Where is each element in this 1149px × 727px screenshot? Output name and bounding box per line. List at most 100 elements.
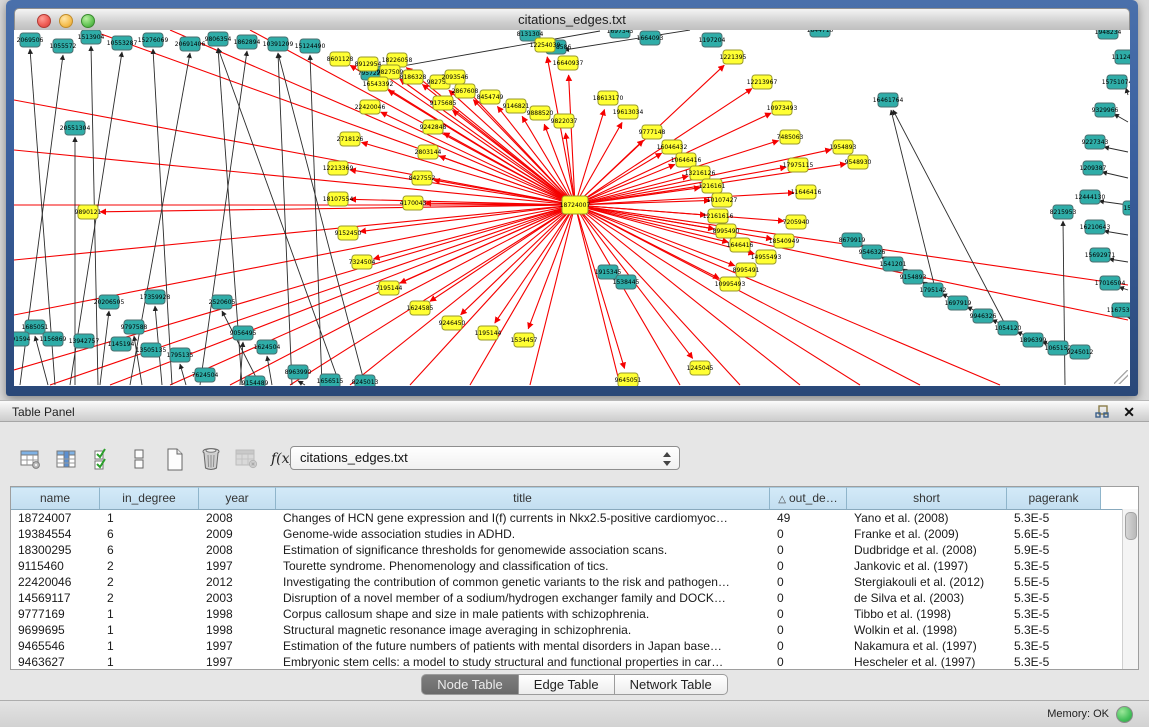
network-node[interactable]: 1197204 <box>699 33 726 47</box>
network-node[interactable]: 1538445 <box>613 275 640 289</box>
network-node[interactable]: 8679919 <box>839 233 866 247</box>
network-node[interactable]: 8963990 <box>285 365 312 379</box>
network-node[interactable]: 16640937 <box>553 56 584 70</box>
table-row[interactable]: 946554611997Estimation of the future num… <box>11 638 1138 654</box>
network-canvas[interactable]: 2069506105557215139041055328715276069206… <box>14 30 1130 386</box>
network-node[interactable]: 9146821 <box>503 99 530 113</box>
network-node[interactable]: 7485063 <box>777 130 804 144</box>
network-node[interactable]: 18613170 <box>593 91 624 105</box>
table-mode-button[interactable] <box>16 446 46 472</box>
network-node[interactable]: 2718126 <box>337 132 364 146</box>
show-columns-button[interactable] <box>52 446 82 472</box>
column-header-title[interactable]: title <box>276 487 770 509</box>
network-node[interactable]: 1624585 <box>407 301 434 315</box>
network-node[interactable]: 1112438 <box>1112 50 1130 64</box>
network-node[interactable]: 1795142 <box>920 283 947 297</box>
network-node[interactable]: 1948234 <box>1095 30 1122 39</box>
network-node[interactable]: 2069506 <box>17 33 44 47</box>
column-header-pagerank[interactable]: pagerank <box>1007 487 1101 509</box>
network-node[interactable]: 10646416 <box>671 153 702 167</box>
network-node[interactable]: 9242848 <box>420 120 447 134</box>
network-node[interactable]: 16210643 <box>1080 220 1111 234</box>
network-node[interactable]: 13216126 <box>685 166 716 180</box>
network-node[interactable]: 9645051 <box>615 373 642 386</box>
network-node[interactable]: 9797588 <box>121 320 148 334</box>
network-node[interactable]: 8995490 <box>713 224 740 238</box>
network-node[interactable]: 2520605 <box>209 295 236 309</box>
network-node[interactable]: 1245045 <box>687 361 714 375</box>
table-row[interactable]: 1872400712008Changes of HCN gene express… <box>11 510 1138 526</box>
network-node[interactable]: 20691406 <box>175 37 206 51</box>
network-graph[interactable]: 2069506105557215139041055328715276069206… <box>14 30 1130 386</box>
network-node[interactable]: 1145194 <box>108 337 135 351</box>
close-panel-icon[interactable]: ✕ <box>1123 403 1135 421</box>
network-node[interactable]: 8454749 <box>477 90 504 104</box>
network-node[interactable]: 1697919 <box>945 296 972 310</box>
table-row[interactable]: 1938455462009Genome-wide association stu… <box>11 526 1138 542</box>
tab-edge-table[interactable]: Edge Table <box>519 674 615 695</box>
column-header-in_degree[interactable]: in_degree <box>100 487 199 509</box>
select-columns-button[interactable] <box>88 446 118 472</box>
network-node[interactable]: 12161616 <box>703 209 734 223</box>
network-node[interactable]: 20206505 <box>94 295 125 309</box>
table-row[interactable]: 969969511998Structural magnetic resonanc… <box>11 622 1138 638</box>
network-node[interactable]: 1646416 <box>727 238 754 252</box>
network-node[interactable]: 1795135 <box>167 348 194 362</box>
network-node[interactable]: 9056495 <box>230 326 257 340</box>
table-row[interactable]: 911546021997Tourette syndrome. Phenomeno… <box>11 558 1138 574</box>
table-row[interactable]: 2242004622012Investigating the contribut… <box>11 574 1138 590</box>
network-node[interactable]: 9152450 <box>335 226 362 240</box>
network-node[interactable]: 8186328 <box>400 70 427 84</box>
network-node[interactable]: 9822037 <box>551 114 578 128</box>
network-node[interactable]: 10995493 <box>715 277 746 291</box>
resize-grip[interactable] <box>1114 370 1128 384</box>
network-node[interactable]: 16046432 <box>657 140 688 154</box>
network-node[interactable]: 9777148 <box>639 125 666 139</box>
network-node[interactable]: 1862894 <box>234 35 261 49</box>
network-node[interactable]: 4170043 <box>400 196 427 210</box>
table-select[interactable]: citations_edges.txt <box>290 446 680 470</box>
network-node[interactable]: 15276069 <box>138 33 169 47</box>
network-node[interactable]: 18107554 <box>323 192 354 206</box>
vertical-scrollbar[interactable] <box>1122 509 1138 669</box>
network-node[interactable]: 8995491 <box>733 263 760 277</box>
network-node[interactable]: 10973493 <box>767 101 798 115</box>
network-node[interactable]: 8601128 <box>327 52 354 66</box>
network-node[interactable]: 8427552 <box>409 171 436 185</box>
network-node[interactable]: 9546326 <box>859 245 886 259</box>
float-panel-icon[interactable] <box>1095 405 1109 419</box>
network-node[interactable]: 7324504 <box>349 255 376 269</box>
network-node[interactable]: 1513904 <box>78 30 105 44</box>
network-node[interactable]: 1656515 <box>317 374 344 386</box>
table-row[interactable]: 1456911722003Disruption of a novel membe… <box>11 590 1138 606</box>
network-node[interactable]: 2867608 <box>452 84 479 98</box>
network-node[interactable]: 11675345 <box>1107 303 1130 317</box>
network-node[interactable]: 1541201 <box>880 257 907 271</box>
network-node[interactable]: 20551304 <box>60 121 91 135</box>
network-node[interactable]: 7624504 <box>192 368 219 382</box>
network-node[interactable]: 9548930 <box>845 155 872 169</box>
table-row[interactable]: 1830029562008Estimation of significance … <box>11 542 1138 558</box>
network-node[interactable]: 1624504 <box>254 340 281 354</box>
network-node[interactable]: 15751074 <box>1102 75 1130 89</box>
network-node[interactable]: 14955493 <box>751 250 782 264</box>
table-row[interactable]: 977716911998Corpus callosum shape and si… <box>11 606 1138 622</box>
network-node[interactable]: 9154893 <box>900 270 927 284</box>
network-node[interactable]: 13505135 <box>136 343 167 357</box>
network-node[interactable]: 9329966 <box>1092 103 1119 117</box>
network-node[interactable]: 9888520 <box>527 106 554 120</box>
delete-columns-button[interactable] <box>196 446 226 472</box>
network-node[interactable]: 12213967 <box>747 75 778 89</box>
network-node[interactable]: 1844710 <box>807 30 834 37</box>
network-node[interactable]: 1054120 <box>995 321 1022 335</box>
row-height-button[interactable] <box>124 446 154 472</box>
network-node[interactable]: 391594 <box>14 332 31 346</box>
network-node[interactable]: 1055572 <box>50 39 77 53</box>
network-node[interactable]: 1216161 <box>699 179 726 193</box>
network-node[interactable]: 12444130 <box>1075 190 1106 204</box>
network-node[interactable]: 17359928 <box>140 290 171 304</box>
network-node[interactable]: 15124490 <box>295 39 326 53</box>
network-node[interactable]: 16461764 <box>873 93 904 107</box>
column-header-year[interactable]: year <box>199 487 276 509</box>
delete-table-button[interactable] <box>232 446 262 472</box>
